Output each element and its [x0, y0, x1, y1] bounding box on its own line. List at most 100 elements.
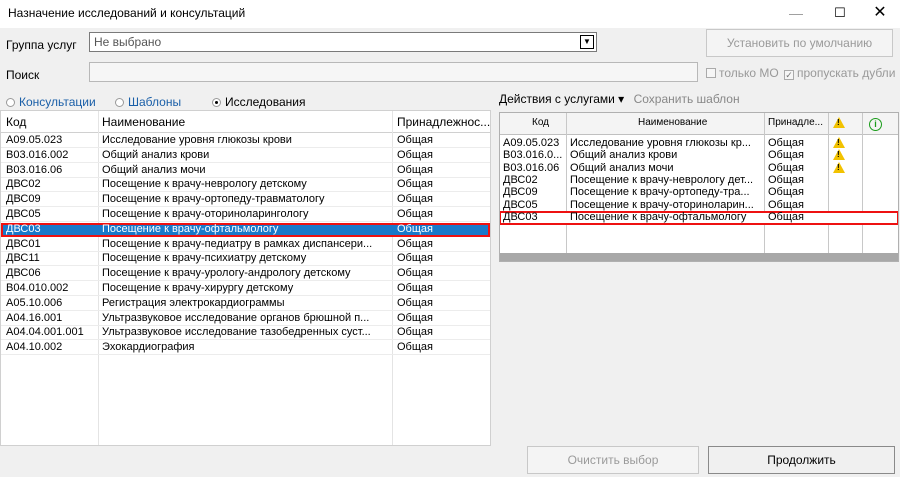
table-row[interactable]: B03.016.002 Общий анализ крови Общая — [1, 149, 490, 163]
radio-consultations[interactable]: Консультации — [6, 95, 96, 109]
cell-code: A04.16.001 — [6, 311, 63, 324]
radio-dot-selected-icon[interactable] — [212, 98, 221, 107]
table-row[interactable]: A05.10.006 Регистрация электрокардиограмм… — [1, 297, 490, 311]
cell-owner: Общая — [397, 282, 433, 294]
service-group-label: Группа услуг — [6, 38, 77, 52]
clear-selection-button[interactable]: Очистить выбор — [527, 446, 699, 474]
services-table[interactable]: Код Наименование Принадлежнос... A09.05.… — [0, 110, 491, 446]
dropdown-arrow-icon[interactable]: ▼ — [580, 35, 594, 49]
cell-owner: Общая — [397, 237, 433, 250]
cell-name: Регистрация электрокардиограммы — [102, 296, 285, 309]
table-row[interactable]: ДВС09 Посещение к врачу-ортопеду-тра... Об… — [500, 187, 898, 199]
cell-code: B03.016.0... — [503, 149, 563, 162]
radio-dot-icon[interactable] — [115, 98, 124, 107]
only-mo-checkbox[interactable]: только МО — [706, 66, 779, 80]
minimize-button[interactable]: — — [774, 0, 818, 28]
column-header-owner[interactable]: Принадле... — [768, 117, 823, 128]
column-header-name[interactable]: Наименование — [638, 117, 707, 128]
radio-research-label: Исследования — [225, 95, 306, 109]
table-row[interactable]: B03.016.0... Общий анализ крови Общая — [500, 149, 898, 162]
cell-code: ДВС06 — [6, 267, 41, 280]
radio-dot-icon[interactable] — [6, 98, 15, 107]
cell-code: A04.04.001.001 — [6, 326, 84, 339]
table-row[interactable]: ДВС01 Посещение к врачу-педиатру в рамках… — [1, 238, 490, 252]
table-row[interactable]: B04.010.002 Посещение к врачу-хирургу дет… — [1, 282, 490, 296]
selected-services-toolbar: Действия с услугами ▾ Сохранить шаблон — [499, 92, 740, 106]
table-row[interactable]: ДВС09 Посещение к врачу-ортопеду-травмато… — [1, 193, 490, 208]
table-row[interactable]: ДВС06 Посещение к врачу-урологу-андрологу… — [1, 267, 490, 282]
services-table-header: Код Наименование Принадлежнос... — [1, 111, 490, 133]
service-actions-menu[interactable]: Действия с услугами ▾ — [499, 92, 624, 106]
skip-duplicates-label: пропускать дубли — [797, 66, 896, 80]
set-default-button[interactable]: Установить по умолчанию — [706, 29, 893, 57]
cell-code: ДВС05 — [503, 198, 538, 211]
table-row[interactable]: ДВС02 Посещение к врачу-неврологу детском… — [1, 178, 490, 193]
warning-triangle-icon — [833, 161, 845, 173]
close-button[interactable]: ✕ — [858, 0, 900, 28]
selected-services-table[interactable]: Код Наименование Принадле... i A09.05.02… — [499, 112, 899, 262]
save-template-button[interactable]: Сохранить шаблон — [634, 92, 740, 106]
table-row[interactable]: A04.10.002 Эхокардиография Общая — [1, 341, 490, 356]
cell-owner: Общая — [397, 326, 433, 339]
cell-name: Посещение к врачу-хирургу детскому — [102, 282, 294, 294]
cell-name: Посещение к врачу-ортопеду-травматологу — [102, 193, 325, 206]
cell-owner: Общая — [768, 149, 804, 162]
cell-owner: Общая — [768, 186, 804, 199]
column-header-owner[interactable]: Принадлежнос... — [397, 115, 490, 129]
cell-owner: Общая — [397, 134, 433, 146]
column-header-code[interactable]: Код — [532, 117, 549, 128]
cell-name: Посещение к врачу-оториноларингологу — [102, 208, 309, 220]
cell-owner: Общая — [768, 137, 804, 149]
maximize-button[interactable]: ☐ — [818, 0, 862, 28]
table-row[interactable]: A09.05.023 Исследование уровня глюкозы кр… — [1, 134, 490, 148]
table-row[interactable]: A04.04.001.001 Ультразвуковое исследовани… — [1, 326, 490, 341]
table-row[interactable]: B03.016.06 Общий анализ мочи Общая — [500, 161, 898, 175]
selected-services-header: Код Наименование Принадле... i — [500, 113, 898, 135]
cell-code: ДВС09 — [503, 186, 538, 199]
cell-name: Посещение к врачу-неврологу дет... — [570, 174, 754, 186]
service-group-select[interactable]: Не выбрано ▼ — [89, 32, 597, 52]
table-row[interactable]: ДВС05 Посещение к врачу-оториноларинголог… — [1, 208, 490, 222]
cell-owner: Общая — [768, 198, 804, 211]
radio-research[interactable]: Исследования — [212, 95, 305, 109]
service-group-value: Не выбрано — [94, 35, 162, 49]
continue-button[interactable]: Продолжить — [708, 446, 895, 474]
table-row[interactable]: ДВС03 Посещение к врачу-офтальмологу Общая — [1, 222, 490, 237]
only-mo-checkbox-box[interactable] — [706, 68, 716, 78]
cell-name: Общий анализ мочи — [570, 162, 674, 174]
radio-templates-label: Шаблоны — [128, 95, 182, 109]
cell-code: A05.10.006 — [6, 296, 63, 309]
table-row[interactable]: ДВС02 Посещение к врачу-неврологу дет... О… — [500, 173, 898, 187]
table-row[interactable]: B03.016.06 Общий анализ мочи Общая — [1, 164, 490, 178]
cell-code: B03.016.002 — [6, 148, 69, 161]
cell-owner: Общая — [768, 210, 804, 223]
cell-code: A09.05.023 — [503, 137, 560, 149]
cell-code: A04.10.002 — [6, 341, 63, 354]
cell-code: ДВС02 — [503, 173, 538, 186]
table-row[interactable]: ДВС05 Посещение к врачу-оториноларин... Об… — [500, 198, 898, 212]
only-mo-label: только МО — [719, 66, 779, 80]
table-row[interactable]: ДВС11 Посещение к врачу-психиатру детском… — [1, 252, 490, 267]
skip-duplicates-checkbox[interactable]: ✓ пропускать дубли — [784, 66, 895, 80]
column-header-name[interactable]: Наименование — [102, 115, 185, 129]
cell-name: Посещение к врачу-педиатру в рамках дисп… — [102, 237, 373, 250]
cell-name: Посещение к врачу-оториноларин... — [570, 199, 754, 211]
cell-name: Посещение к врачу-ортопеду-тра... — [570, 187, 750, 199]
table-row[interactable]: A09.05.023 Исследование уровня глюкозы кр… — [500, 137, 898, 150]
table-row[interactable]: A04.16.001 Ультразвуковое исследование ор… — [1, 312, 490, 326]
table-row[interactable]: ДВС03 Посещение к врачу-офтальмологу Общая — [500, 210, 898, 225]
cell-name: Посещение к врачу-урологу-андрологу детс… — [102, 267, 351, 280]
cell-name: Исследование уровня глюкозы крови — [102, 134, 292, 146]
cell-name: Посещение к врачу-офтальмологу — [102, 222, 279, 235]
cell-code: ДВС02 — [6, 178, 41, 191]
search-input[interactable] — [89, 62, 698, 82]
cell-code: ДВС05 — [6, 208, 41, 220]
horizontal-scrollbar[interactable] — [500, 253, 898, 261]
info-column-header: i — [869, 116, 882, 131]
check-icon[interactable]: ✓ — [784, 70, 794, 80]
cell-name: Посещение к врачу-неврологу детскому — [102, 178, 307, 191]
cell-name: Посещение к врачу-офтальмологу — [570, 211, 747, 223]
radio-templates[interactable]: Шаблоны — [115, 95, 181, 109]
column-header-code[interactable]: Код — [6, 115, 26, 129]
cell-code: B03.016.06 — [503, 161, 560, 174]
